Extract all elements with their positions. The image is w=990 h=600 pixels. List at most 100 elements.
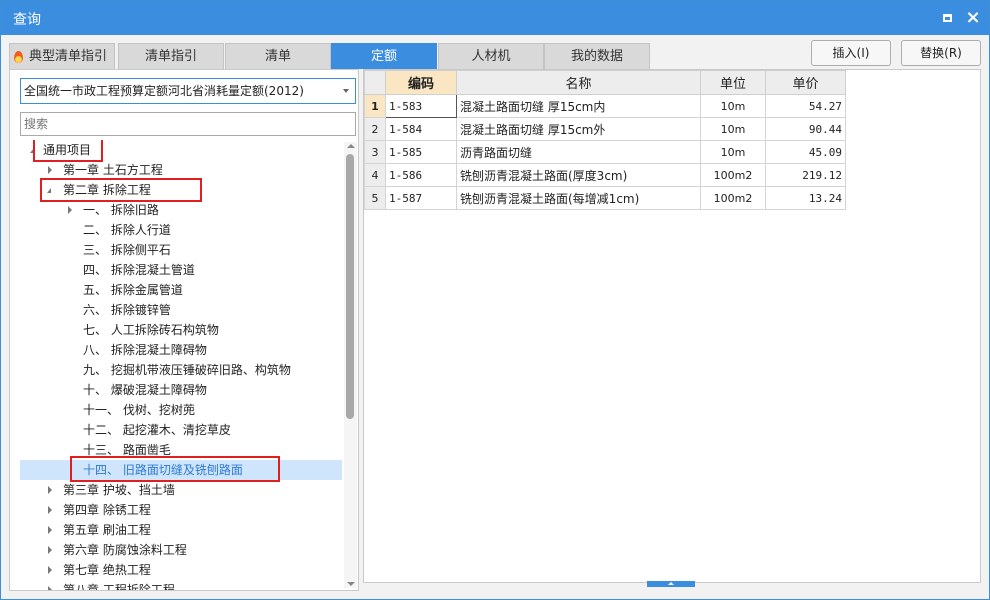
scroll-up-icon[interactable] bbox=[347, 144, 355, 148]
cell-unit[interactable]: 10m bbox=[700, 94, 766, 118]
panel-resize-grip[interactable] bbox=[647, 581, 695, 587]
tree-node-label: 九、 挖掘机带液压锤破碎旧路、构筑物 bbox=[83, 363, 291, 377]
cell-code[interactable]: 1-585 bbox=[385, 140, 457, 164]
tab-my-data[interactable]: 我的数据 bbox=[544, 43, 650, 69]
tree-node-chapter-6[interactable]: 第六章 防腐蚀涂料工程 bbox=[10, 540, 342, 560]
close-button[interactable]: × bbox=[963, 8, 983, 28]
tree-node-chapter-3[interactable]: 第三章 护坡、挡土墙 bbox=[10, 480, 342, 500]
quota-library-panel: 全国统一市政工程预算定额河北省消耗量定额(2012) 通用项目 第一章 土石方工… bbox=[9, 69, 359, 591]
tree-node-section-7[interactable]: 七、 人工拆除砖石构筑物 bbox=[10, 320, 342, 340]
tree-node-label: 六、 拆除镀锌管 bbox=[83, 303, 171, 317]
title-bar: 查询 × bbox=[1, 1, 989, 35]
maximize-button[interactable] bbox=[937, 8, 957, 28]
tree-node-chapter-8[interactable]: 第八章 工程拆除工程 bbox=[10, 580, 342, 590]
cell-name[interactable]: 铣刨沥青混凝土路面(厚度3cm) bbox=[456, 163, 701, 187]
chapter-tree: 通用项目 第一章 土石方工程 第二章 拆除工程 一、 拆除旧路 二、 拆除人行道… bbox=[10, 140, 342, 590]
tree-node-section-5[interactable]: 五、 拆除金属管道 bbox=[10, 280, 342, 300]
scrollbar-thumb[interactable] bbox=[346, 154, 354, 419]
table-row[interactable]: 4 1-586 铣刨沥青混凝土路面(厚度3cm) 100m2 219.12 bbox=[364, 163, 846, 187]
search-input[interactable] bbox=[20, 112, 356, 136]
cell-price[interactable]: 13.24 bbox=[765, 186, 846, 210]
table-row[interactable]: 2 1-584 混凝土路面切缝 厚15cm外 10m 90.44 bbox=[364, 117, 846, 141]
cell-unit[interactable]: 10m bbox=[700, 140, 766, 164]
tree-node-section-4[interactable]: 四、 拆除混凝土管道 bbox=[10, 260, 342, 280]
cell-name[interactable]: 混凝土路面切缝 厚15cm外 bbox=[456, 117, 701, 141]
close-icon: × bbox=[965, 7, 981, 28]
tree-node-label: 七、 人工拆除砖石构筑物 bbox=[83, 323, 219, 337]
cell-name[interactable]: 铣刨沥青混凝土路面(每增减1cm) bbox=[456, 186, 701, 210]
table-row[interactable]: 1 1-583 混凝土路面切缝 厚15cm内 10m 54.27 bbox=[364, 94, 846, 118]
tree-node-section-8[interactable]: 八、 拆除混凝土障碍物 bbox=[10, 340, 342, 360]
cell-unit[interactable]: 10m bbox=[700, 117, 766, 141]
tree-node-chapter-1[interactable]: 第一章 土石方工程 bbox=[10, 160, 342, 180]
cell-unit[interactable]: 100m2 bbox=[700, 186, 766, 210]
collapse-arrow-icon[interactable] bbox=[48, 526, 52, 534]
row-index: 1 bbox=[364, 94, 386, 118]
cell-name[interactable]: 沥青路面切缝 bbox=[456, 140, 701, 164]
table-row[interactable]: 3 1-585 沥青路面切缝 10m 45.09 bbox=[364, 140, 846, 164]
scroll-down-icon[interactable] bbox=[347, 582, 355, 586]
tree-node-section-6[interactable]: 六、 拆除镀锌管 bbox=[10, 300, 342, 320]
cell-price[interactable]: 90.44 bbox=[765, 117, 846, 141]
cell-name[interactable]: 混凝土路面切缝 厚15cm内 bbox=[456, 94, 701, 118]
row-index: 2 bbox=[364, 117, 386, 141]
cell-price[interactable]: 54.27 bbox=[765, 94, 846, 118]
tab-quota[interactable]: 定额 bbox=[331, 43, 437, 69]
column-header-price[interactable]: 单价 bbox=[765, 70, 846, 95]
tree-node-section-12[interactable]: 十二、 起挖灌木、清挖草皮 bbox=[10, 420, 342, 440]
insert-button[interactable]: 插入(I) bbox=[811, 40, 891, 66]
tab-label: 定额 bbox=[370, 49, 397, 64]
tab-label: 清单指引 bbox=[144, 49, 197, 64]
tab-labor-material-machine[interactable]: 人材机 bbox=[438, 43, 544, 69]
tab-list-guide[interactable]: 清单指引 bbox=[118, 43, 224, 69]
collapse-arrow-icon[interactable] bbox=[48, 586, 52, 590]
tree-node-label: 五、 拆除金属管道 bbox=[83, 283, 183, 297]
table-row[interactable]: 5 1-587 铣刨沥青混凝土路面(每增减1cm) 100m2 13.24 bbox=[364, 186, 846, 210]
tree-node-label: 第六章 防腐蚀涂料工程 bbox=[63, 543, 187, 557]
tree-node-section-11[interactable]: 十一、 伐树、挖树蔸 bbox=[10, 400, 342, 420]
tab-typical-list-guide[interactable]: 典型清单指引 bbox=[9, 43, 115, 69]
collapse-arrow-icon[interactable] bbox=[68, 206, 72, 214]
collapse-arrow-icon[interactable] bbox=[48, 546, 52, 554]
row-index: 5 bbox=[364, 186, 386, 210]
cell-code[interactable]: 1-586 bbox=[385, 163, 457, 187]
tree-node-section-2[interactable]: 二、 拆除人行道 bbox=[10, 220, 342, 240]
tab-list[interactable]: 清单 bbox=[225, 43, 331, 69]
cell-code[interactable]: 1-587 bbox=[385, 186, 457, 210]
tree-node-label: 十一、 伐树、挖树蔸 bbox=[83, 403, 195, 417]
column-header-name[interactable]: 名称 bbox=[456, 70, 701, 95]
table-header-row: 编码 名称 单位 单价 bbox=[364, 70, 846, 95]
tree-node-chapter-7[interactable]: 第七章 绝热工程 bbox=[10, 560, 342, 580]
replace-button[interactable]: 替换(R) bbox=[901, 40, 981, 66]
row-index: 3 bbox=[364, 140, 386, 164]
highlight-box bbox=[33, 140, 103, 162]
tree-node-label: 二、 拆除人行道 bbox=[83, 223, 171, 237]
tree-node-chapter-5[interactable]: 第五章 刷油工程 bbox=[10, 520, 342, 540]
tree-scrollbar[interactable] bbox=[344, 142, 357, 588]
column-header-code[interactable]: 编码 bbox=[385, 70, 457, 95]
tree-node-section-10[interactable]: 十、 爆破混凝土障碍物 bbox=[10, 380, 342, 400]
cell-code[interactable]: 1-584 bbox=[385, 117, 457, 141]
tree-node-section-1[interactable]: 一、 拆除旧路 bbox=[10, 200, 342, 220]
tree-node-label: 八、 拆除混凝土障碍物 bbox=[83, 343, 207, 357]
highlight-box bbox=[40, 178, 202, 202]
tree-node-chapter-4[interactable]: 第四章 除锈工程 bbox=[10, 500, 342, 520]
tree-node-label: 三、 拆除侧平石 bbox=[83, 243, 171, 257]
tree-node-section-9[interactable]: 九、 挖掘机带液压锤破碎旧路、构筑物 bbox=[10, 360, 342, 380]
collapse-arrow-icon[interactable] bbox=[48, 166, 52, 174]
cell-price[interactable]: 45.09 bbox=[765, 140, 846, 164]
tree-node-section-3[interactable]: 三、 拆除侧平石 bbox=[10, 240, 342, 260]
cell-unit[interactable]: 100m2 bbox=[700, 163, 766, 187]
cell-code[interactable]: 1-583 bbox=[385, 94, 457, 118]
collapse-arrow-icon[interactable] bbox=[48, 486, 52, 494]
tree-node-label: 十二、 起挖灌木、清挖草皮 bbox=[83, 423, 231, 437]
selected-library: 全国统一市政工程预算定额河北省消耗量定额(2012) bbox=[24, 84, 304, 98]
tree-node-label: 四、 拆除混凝土管道 bbox=[83, 263, 195, 277]
collapse-arrow-icon[interactable] bbox=[48, 566, 52, 574]
quota-library-select[interactable]: 全国统一市政工程预算定额河北省消耗量定额(2012) bbox=[20, 78, 356, 104]
highlight-box bbox=[70, 456, 280, 482]
column-header-unit[interactable]: 单位 bbox=[700, 70, 766, 95]
window-title: 查询 bbox=[13, 12, 41, 28]
cell-price[interactable]: 219.12 bbox=[765, 163, 846, 187]
collapse-arrow-icon[interactable] bbox=[48, 506, 52, 514]
